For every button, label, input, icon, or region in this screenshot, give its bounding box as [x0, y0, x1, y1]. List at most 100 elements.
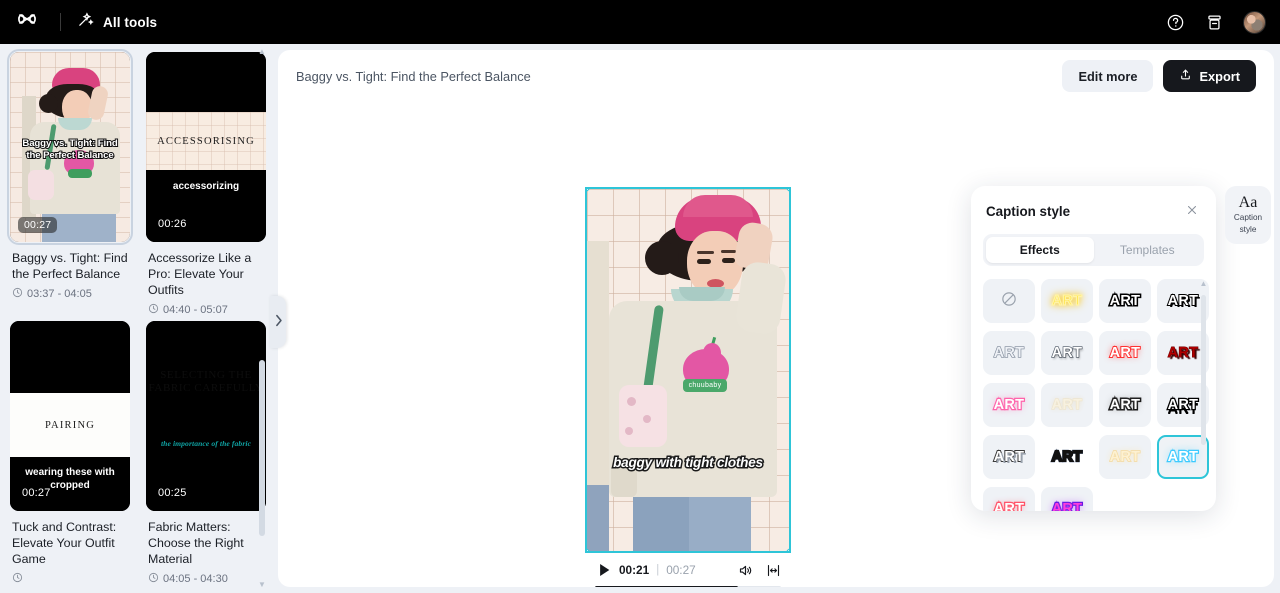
scroll-up-arrow[interactable]: ▲ [1200, 279, 1208, 288]
effect-swatch-none[interactable] [983, 279, 1035, 323]
chevron-right-icon [274, 314, 283, 330]
thumbnail-band-text: ACCESSORISING [157, 135, 255, 147]
tab-effects[interactable]: Effects [986, 237, 1094, 263]
video-player: chuubaby baggy with tight clothes 00:21 [585, 187, 791, 587]
expand-icon[interactable] [766, 563, 781, 578]
caption-style-tabs: Effects Templates [983, 234, 1204, 266]
clip-title: Baggy vs. Tight: Find the Perfect Balanc… [12, 251, 128, 281]
close-icon[interactable] [1183, 201, 1201, 222]
player-right-controls [738, 563, 781, 578]
all-tools-label: All tools [103, 14, 158, 30]
main-actions: Edit more Export [1062, 60, 1256, 92]
clip-card[interactable]: PAIRING wearing these with cropped 00:27… [10, 321, 136, 586]
clip-timerange-label: 04:05 - 04:30 [163, 573, 228, 585]
clip-thumbnail[interactable]: PAIRING wearing these with cropped 00:27 [10, 321, 130, 511]
upload-icon [1179, 68, 1192, 84]
clip-thumbnail[interactable]: ACCESSORISING accessorizing 00:26 [146, 52, 266, 242]
archive-box-icon[interactable] [1204, 12, 1224, 32]
play-icon[interactable] [595, 561, 613, 579]
tool-label-line2: style [1239, 225, 1257, 234]
effect-swatch-grey-glow[interactable]: ART [1099, 383, 1151, 427]
thumbnail-title-band: PAIRING [10, 393, 130, 457]
effects-scrollbar[interactable]: ▲ ▼ [1199, 279, 1208, 511]
clip-thumbnail[interactable]: SELECTING THE FABRIC CAREFULLY the impor… [146, 321, 266, 511]
tab-templates[interactable]: Templates [1094, 237, 1202, 263]
clip-timerange-label: 03:37 - 04:05 [27, 288, 92, 300]
clock-icon [12, 572, 23, 586]
magic-wand-icon [77, 11, 94, 33]
clip-card[interactable]: ACCESSORISING accessorizing 00:26 Access… [146, 52, 270, 317]
player-controls: 00:21 | 00:27 [585, 553, 791, 587]
capcut-logo-icon[interactable] [14, 9, 40, 35]
export-label: Export [1199, 68, 1240, 84]
effect-swatch-cream-glow[interactable]: ART [1041, 383, 1093, 427]
effect-swatch-white-shadow[interactable]: ART [1041, 331, 1093, 375]
clip-duration-badge: 00:27 [22, 487, 51, 499]
effect-swatch-purple-neon[interactable]: ART [1041, 487, 1093, 511]
clip-title: Fabric Matters: Choose the Right Materia… [148, 520, 244, 566]
thumbnail-caption-overlay: accessorizing [172, 181, 240, 192]
page-title: Baggy vs. Tight: Find the Perfect Balanc… [296, 68, 531, 84]
effects-grid-wrapper: ART ART ART ART ART ART ART ART ART ART … [983, 279, 1210, 511]
effect-swatch-red-neon[interactable]: ART [1099, 331, 1151, 375]
clip-timerange-label: 04:40 - 05:07 [163, 304, 228, 316]
topbar-right-actions [1165, 10, 1266, 34]
text-aa-icon: Aa [1238, 194, 1258, 211]
caption-style-title: Caption style [986, 204, 1071, 219]
clip-list-sidebar: Baggy vs. Tight: Find the Perfect Balanc… [0, 44, 270, 593]
user-avatar[interactable] [1243, 10, 1266, 34]
player-controls-row: 00:21 | 00:27 [595, 561, 781, 579]
all-tools-button[interactable]: All tools [77, 11, 157, 33]
effects-scroll-track[interactable] [1201, 291, 1206, 511]
clip-card-grid: Baggy vs. Tight: Find the Perfect Balanc… [0, 44, 266, 586]
sidebar-scroll-thumb[interactable] [259, 359, 265, 536]
effect-swatch-blue-gradient[interactable]: ART [1041, 435, 1093, 479]
effect-swatch-black-outline[interactable]: ART [1099, 279, 1151, 323]
clock-icon [12, 287, 23, 301]
effect-swatch-yellow-glow[interactable]: ART [1041, 279, 1093, 323]
effects-scroll-thumb[interactable] [1201, 295, 1206, 445]
progress-bar[interactable] [595, 586, 781, 587]
scroll-down-arrow[interactable]: ▼ [258, 579, 266, 591]
current-time-label: 00:21 [619, 563, 650, 577]
caption-style-panel: Caption style Effects Templates ART ART … [971, 186, 1216, 511]
clip-card[interactable]: SELECTING THE FABRIC CAREFULLY the impor… [146, 321, 270, 586]
export-button[interactable]: Export [1163, 60, 1256, 92]
tool-label-line1: Caption [1233, 213, 1263, 222]
clip-timerange [12, 572, 134, 586]
no-effect-icon [1000, 290, 1018, 313]
help-circle-icon[interactable] [1165, 12, 1185, 32]
clip-title: Accessorize Like a Pro: Elevate Your Out… [148, 251, 252, 297]
edit-more-button[interactable]: Edit more [1062, 60, 1154, 92]
volume-on-icon[interactable] [738, 563, 753, 578]
sidebar-scrollbar[interactable]: ▲ ▼ [258, 46, 266, 591]
clip-duration-badge: 00:26 [158, 218, 187, 230]
thumbnail-title-band: ACCESSORISING [146, 112, 266, 170]
thumbnail-caption-overlay: Baggy vs. Tight: Find the Perfect Balanc… [21, 137, 118, 162]
video-caption-text[interactable]: baggy with tight clothes [593, 454, 783, 472]
clip-card[interactable]: Baggy vs. Tight: Find the Perfect Balanc… [7, 49, 136, 317]
clip-duration-badge: 00:25 [158, 487, 187, 499]
effect-swatch-coral-glow[interactable]: ART [983, 487, 1035, 511]
thumbnail-ghost-text: SELECTING THE FABRIC CAREFULLY [148, 369, 264, 394]
clip-thumbnail[interactable]: Baggy vs. Tight: Find the Perfect Balanc… [7, 49, 133, 245]
scroll-up-arrow[interactable]: ▲ [258, 46, 266, 58]
caption-style-tool-button[interactable]: Aa Caption style [1225, 186, 1271, 244]
thumbnail-band-text: PAIRING [44, 419, 96, 431]
effect-swatch-gold-glow[interactable]: ART [1099, 435, 1151, 479]
clip-title: Tuck and Contrast: Elevate Your Outfit G… [12, 520, 117, 566]
clip-timerange: 04:40 - 05:07 [148, 303, 270, 317]
edit-more-label: Edit more [1078, 68, 1138, 84]
effect-swatch-pink-glow[interactable]: ART [983, 383, 1035, 427]
resize-handle-bottom-right[interactable] [786, 548, 789, 551]
clip-timerange: 04:05 - 04:30 [148, 572, 270, 586]
sidebar-scroll-track[interactable] [259, 60, 265, 577]
effects-grid: ART ART ART ART ART ART ART ART ART ART … [983, 279, 1210, 511]
clip-timerange: 03:37 - 04:05 [12, 287, 134, 301]
effect-swatch-grey-offset[interactable]: ART [983, 435, 1035, 479]
effect-swatch-soft-grey[interactable]: ART [983, 331, 1035, 375]
sidebar-collapse-button[interactable] [270, 296, 286, 348]
clock-icon [148, 303, 159, 317]
video-canvas[interactable]: chuubaby baggy with tight clothes [585, 187, 791, 553]
thumbnail-caption-overlay: the importance of the fabric [160, 439, 252, 448]
